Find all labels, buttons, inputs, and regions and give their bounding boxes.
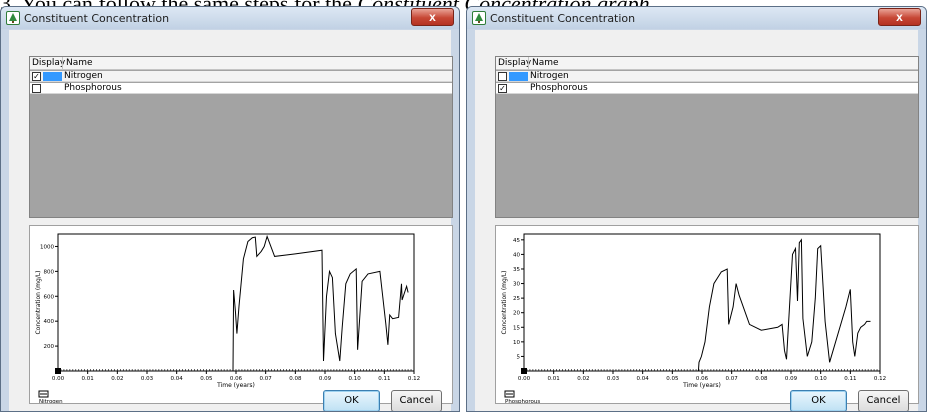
y-tick-label: 40 [513,252,520,258]
x-tick-label: 0.02 [111,376,123,382]
dialog-client-area: Display Name Nitrogen ✓ Phosphorous 0.00… [475,30,919,411]
y-tick-label: 15 [513,325,520,331]
ok-button[interactable]: OK [323,390,380,411]
legend-label: Phosphorous [505,399,540,403]
x-tick-label: 0.05 [666,376,679,382]
x-tick-label: 0.08 [289,376,302,382]
x-tick-label: 0.07 [260,376,273,382]
x-tick-label: 0.04 [171,376,184,382]
constituent-concentration-window-phosphorous: Constituent Concentration x Display Name… [466,6,927,412]
x-tick-label: 0.07 [726,376,739,382]
cancel-button[interactable]: Cancel [858,390,909,411]
y-tick-label: 35 [513,267,520,273]
y-tick-label: 400 [44,319,55,325]
x-tick-label: 0.09 [319,376,332,382]
display-checkbox[interactable] [32,84,41,93]
x-tick-label: 0.09 [785,376,798,382]
constituent-grid: Display Name Nitrogen ✓ Phosphorous [495,56,919,218]
x-tick-label: 0.10 [349,376,362,382]
y-tick-label: 5 [517,354,521,360]
y-tick-label: 20 [513,311,520,317]
x-tick-label: 0.08 [755,376,768,382]
y-tick-label: 45 [513,238,520,244]
constituent-concentration-window-nitrogen: Constituent Concentration x Display Name… [0,6,460,412]
window-title: Constituent Concentration [24,12,170,25]
x-tick-label: 0.12 [408,376,420,382]
plot-area [523,233,881,372]
x-axis-label: Time (years) [216,382,255,389]
y-axis-label: Concentration (mg/L) [501,270,508,334]
grid-header: Display Name [496,57,918,70]
x-tick-label: 0.12 [874,376,886,382]
column-divider[interactable] [62,57,63,70]
x-tick-label: 0.00 [52,376,65,382]
close-button[interactable]: x [878,8,921,26]
y-tick-label: 800 [44,269,55,275]
grid-header: Display Name [30,57,452,70]
x-tick-label: 0.11 [378,376,390,382]
grid-row-nitrogen[interactable]: Nitrogen [496,71,918,82]
concentration-chart: 0.00 0.01 0.02 0.03 0.04 0.05 0.06 0.07 0.08 0.09… [501,233,886,403]
y-tick-label: 30 [513,282,520,288]
title-bar[interactable]: Constituent Concentration x [467,7,926,29]
cancel-button[interactable]: Cancel [391,390,442,411]
y-tick-label: 600 [44,294,55,300]
app-tree-icon [472,11,486,25]
window-title: Constituent Concentration [490,12,636,25]
grid-row-phosphorous[interactable]: ✓ Phosphorous [496,83,918,94]
app-tree-icon [6,11,20,25]
color-swatch[interactable] [509,72,528,81]
concentration-chart: 0.00 0.01 0.02 0.03 0.04 0.05 0.06 0.07 0.08 0.09… [35,233,420,403]
color-swatch[interactable] [43,72,62,81]
column-header-display[interactable]: Display [498,58,531,68]
x-tick-label: 0.03 [141,376,154,382]
title-bar[interactable]: Constituent Concentration x [1,7,459,29]
display-checkbox[interactable] [498,72,507,81]
display-checkbox[interactable]: ✓ [32,72,41,81]
column-divider[interactable] [528,57,529,70]
y-tick-label: 10 [513,340,520,346]
y-tick-label: 1000 [40,244,54,250]
chart-panel: 0.00 0.01 0.02 0.03 0.04 0.05 0.06 0.07 0.08 0.09… [495,225,919,404]
ok-button[interactable]: OK [790,390,847,411]
x-axis-label: Time (years) [682,382,721,389]
chart-panel: 0.00 0.01 0.02 0.03 0.04 0.05 0.06 0.07 0.08 0.09… [29,225,453,404]
x-tick-label: 0.11 [844,376,856,382]
y-tick-label: 200 [44,344,55,350]
row-name: Phosphorous [64,83,122,93]
x-tick-label: 0.03 [607,376,620,382]
column-header-name[interactable]: Name [532,58,559,68]
column-header-display[interactable]: Display [32,58,65,68]
dialog-client-area: Display Name ✓ Nitrogen Phosphorous 0.00… [9,30,453,411]
column-header-name[interactable]: Name [66,58,93,68]
row-name: Nitrogen [530,71,569,81]
row-name: Phosphorous [530,83,588,93]
y-tick-label: 25 [513,296,520,302]
grid-row-phosphorous[interactable]: Phosphorous [30,83,452,94]
grid-row-nitrogen[interactable]: ✓ Nitrogen [30,71,452,82]
close-button[interactable]: x [411,8,454,26]
x-tick-label: 0.10 [815,376,828,382]
x-tick-label: 0.02 [577,376,589,382]
display-checkbox[interactable]: ✓ [498,84,507,93]
row-name: Nitrogen [64,71,103,81]
y-axis-label: Concentration (mg/L) [35,270,42,334]
x-tick-label: 0.00 [518,376,531,382]
constituent-grid: Display Name ✓ Nitrogen Phosphorous [29,56,453,218]
legend-label: Nitrogen [39,399,63,403]
x-tick-label: 0.01 [548,376,560,382]
x-tick-label: 0.04 [637,376,650,382]
x-tick-label: 0.01 [82,376,94,382]
x-tick-label: 0.05 [200,376,213,382]
